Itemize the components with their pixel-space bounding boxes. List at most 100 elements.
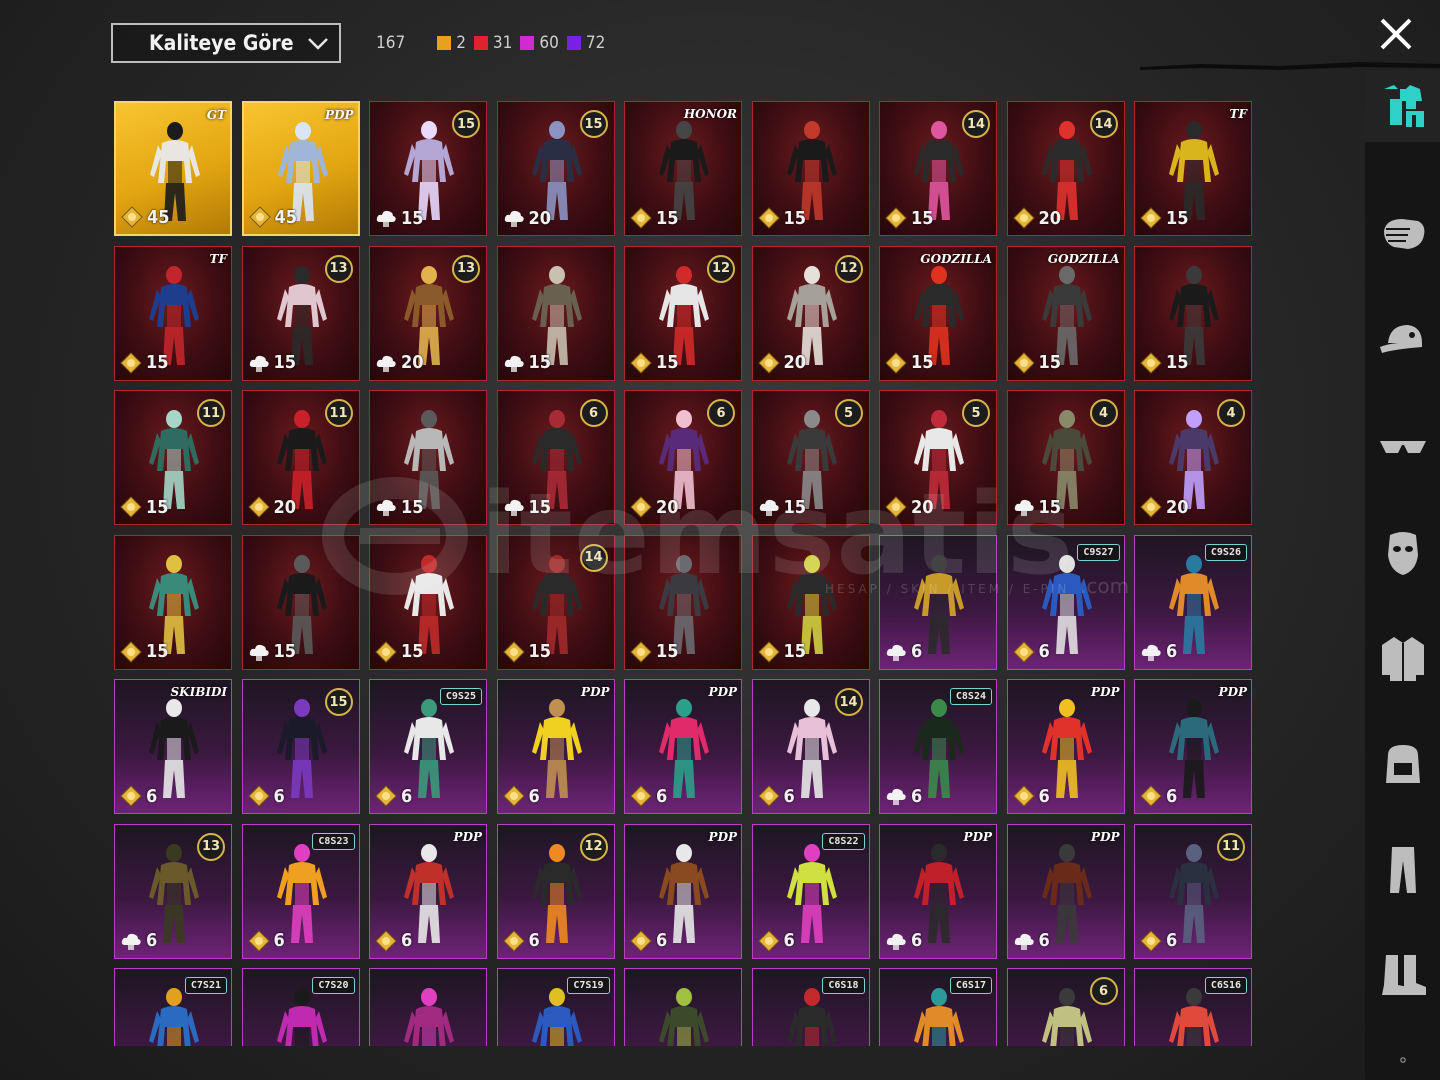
category-lower-body[interactable] <box>1365 834 1440 906</box>
item-card[interactable]: TF 15 <box>1134 101 1252 236</box>
item-card[interactable]: 6 <box>1006 968 1125 1046</box>
item-card[interactable]: 6 15 <box>496 390 615 525</box>
item-card[interactable]: 15 <box>624 534 742 670</box>
item-card[interactable]: C6S16 <box>1134 968 1252 1046</box>
item-cost-value: 20 <box>528 207 552 229</box>
item-card[interactable]: C6S17 <box>879 968 997 1046</box>
item-cost: 6 <box>885 785 922 807</box>
item-card[interactable]: 15 20 <box>496 101 615 236</box>
item-card[interactable]: C9S25 6 <box>369 679 487 814</box>
collab-logo: GODZILLA <box>920 251 992 266</box>
item-card[interactable]: HONOR 15 <box>624 101 742 236</box>
item-cost-value: 6 <box>1038 785 1050 807</box>
item-card[interactable]: GT 45 <box>114 101 232 236</box>
category-shoes[interactable] <box>1365 940 1440 1012</box>
item-cost: 15 <box>120 496 169 518</box>
quality-swatch-red <box>473 36 488 50</box>
item-card[interactable]: PDP 6 <box>1006 823 1125 959</box>
category-headwear[interactable] <box>1365 304 1440 376</box>
item-card[interactable]: 5 15 <box>751 390 870 525</box>
item-cost: 15 <box>1013 496 1061 518</box>
item-card[interactable]: 14 20 <box>1006 101 1125 236</box>
item-card[interactable]: PDP 6 <box>624 679 742 814</box>
item-card[interactable] <box>624 968 742 1046</box>
item-card[interactable]: 5 20 <box>879 390 997 525</box>
level-badge: 6 <box>1089 977 1118 1005</box>
emote-hand-icon <box>1383 219 1424 249</box>
close-icon[interactable] <box>1378 16 1414 52</box>
item-card[interactable]: 6 20 <box>624 390 742 525</box>
level-badge: 12 <box>834 254 863 283</box>
item-cost: 6 <box>1013 930 1050 952</box>
item-card[interactable]: 11 15 <box>114 390 232 525</box>
item-card[interactable]: PDP 6 <box>1006 679 1125 814</box>
item-card[interactable]: 15 <box>114 534 232 670</box>
item-card[interactable]: PDP 45 <box>241 101 360 236</box>
category-emote[interactable] <box>1365 198 1440 270</box>
item-card[interactable]: C6S18 <box>751 968 870 1046</box>
item-card[interactable]: PDP 6 <box>1134 679 1252 814</box>
category-mask[interactable] <box>1365 516 1440 588</box>
category-eyewear[interactable] <box>1365 410 1440 482</box>
item-card[interactable]: 15 <box>241 534 360 670</box>
item-card[interactable]: C8S22 6 <box>751 823 870 959</box>
category-more[interactable] <box>1365 1045 1440 1075</box>
item-card[interactable]: 12 20 <box>751 245 870 381</box>
item-card[interactable]: PDP 6 <box>624 823 742 959</box>
cloud-icon <box>886 788 906 805</box>
item-card[interactable]: C7S21 <box>114 968 232 1046</box>
item-card[interactable]: 6 <box>879 534 997 670</box>
collab-logo: TF <box>1229 107 1247 121</box>
item-card[interactable]: 14 15 <box>879 101 997 236</box>
item-card[interactable]: C8S23 6 <box>241 823 360 959</box>
category-outfit[interactable] <box>1365 70 1440 142</box>
item-card[interactable]: 15 <box>1134 245 1252 381</box>
category-backpack[interactable] <box>1365 728 1440 800</box>
item-card[interactable]: 11 6 <box>1134 823 1252 959</box>
item-card[interactable]: 4 20 <box>1134 390 1252 525</box>
item-card[interactable]: 13 6 <box>114 823 232 959</box>
item-card[interactable]: 15 <box>751 101 870 236</box>
cap-icon <box>1379 325 1422 353</box>
item-card[interactable] <box>369 968 487 1046</box>
sort-dropdown[interactable]: Kaliteye Göre <box>111 23 341 63</box>
item-card[interactable]: 15 <box>751 534 870 670</box>
item-card[interactable]: C9S26 6 <box>1134 534 1252 670</box>
item-card[interactable]: TF 15 <box>114 245 232 381</box>
item-cost: 20 <box>885 496 934 518</box>
item-card[interactable]: C9S27 6 <box>1006 534 1125 670</box>
item-card[interactable]: 4 15 <box>1006 390 1125 525</box>
coin-icon <box>757 351 780 374</box>
item-card[interactable]: 12 6 <box>496 823 615 959</box>
item-card[interactable]: 11 20 <box>241 390 360 525</box>
item-card[interactable]: C7S19 <box>496 968 615 1046</box>
item-card[interactable]: 15 <box>369 390 487 525</box>
item-card[interactable]: SKIBIDI 6 <box>114 679 232 814</box>
item-card[interactable]: 15 15 <box>369 101 487 236</box>
item-card[interactable]: GODZILLA 15 <box>1006 245 1125 381</box>
item-card[interactable]: PDP 6 <box>879 823 997 959</box>
more-indicator-icon <box>1399 1057 1406 1063</box>
item-card[interactable]: 13 20 <box>369 245 487 381</box>
item-cost-value: 20 <box>1166 496 1189 518</box>
item-cost-value: 6 <box>401 785 413 807</box>
item-card[interactable]: 15 6 <box>241 679 360 814</box>
item-cost: 20 <box>375 352 424 374</box>
cloud-icon <box>504 499 524 516</box>
item-card[interactable]: 15 <box>369 534 487 670</box>
item-card[interactable]: 14 15 <box>496 534 615 670</box>
item-card[interactable]: C7S20 <box>241 968 360 1046</box>
item-card[interactable]: 12 15 <box>624 245 742 381</box>
item-card[interactable]: PDP 6 <box>496 679 615 814</box>
inventory-grid-viewport[interactable]: GT 45 PDP 45 15 15 15 20 HONOR 15 15 14 15 14 20 TF 15 TF… <box>114 101 1254 1046</box>
item-card[interactable]: C8S24 6 <box>879 679 997 814</box>
item-cost-value: 15 <box>273 352 297 373</box>
item-cost: 45 <box>248 206 297 228</box>
item-card[interactable]: PDP 6 <box>369 823 487 959</box>
item-card[interactable]: 14 6 <box>751 679 870 814</box>
item-cost-value: 15 <box>146 352 169 373</box>
item-card[interactable]: GODZILLA 15 <box>879 245 997 381</box>
item-card[interactable]: 15 <box>496 245 615 381</box>
item-card[interactable]: 13 15 <box>241 245 360 381</box>
category-upper-body[interactable] <box>1365 622 1440 694</box>
